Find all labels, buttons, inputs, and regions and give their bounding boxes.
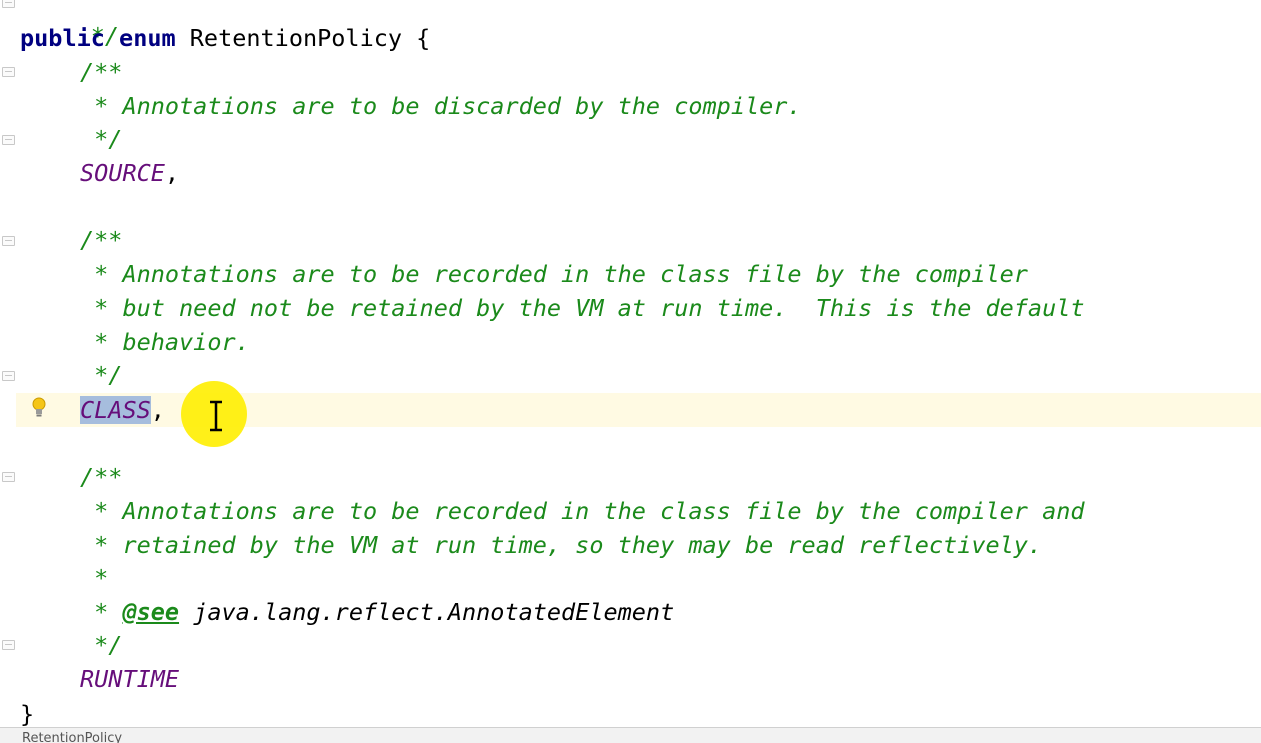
comma: , [164,159,180,187]
code-line[interactable]: * behavior. [80,325,250,359]
javadoc-close: */ [80,125,123,153]
javadoc-open: /** [80,226,123,254]
code-line[interactable]: * [80,561,108,595]
enum-constant-runtime: RUNTIME [80,665,180,693]
javadoc-text: * Annotations are to be discarded by the… [80,92,802,120]
code-line[interactable]: * Annotations are to be recorded in the … [80,257,1028,291]
fold-marker-icon[interactable] [2,0,15,8]
fold-marker-icon[interactable] [2,67,15,77]
code-line-current[interactable]: CLASS, [80,393,165,427]
code-line[interactable]: * but need not be retained by the VM at … [80,291,1085,325]
fold-marker-icon[interactable] [2,135,15,145]
editor-gutter[interactable] [0,0,16,727]
javadoc-text: * Annotations are to be recorded in the … [80,260,1028,288]
fold-marker-icon[interactable] [2,640,15,650]
code-line[interactable]: * Annotations are to be recorded in the … [80,494,1085,528]
fold-marker-icon[interactable] [2,371,15,381]
javadoc-text: * but need not be retained by the VM at … [80,294,1085,322]
keyword-enum: enum [119,24,176,52]
breadcrumb-bar[interactable]: RetentionPolicy [0,727,1261,743]
javadoc-text: * retained by the VM at run time, so the… [80,531,1043,559]
enum-constant-class-selected: CLASS [80,396,151,424]
code-line[interactable]: * retained by the VM at run time, so the… [80,528,1042,562]
code-line[interactable]: */ [80,358,122,392]
breadcrumb-item[interactable]: RetentionPolicy [22,731,122,743]
code-line[interactable]: * Annotations are to be discarded by the… [80,89,802,123]
fold-marker-icon[interactable] [2,472,15,482]
enum-name: RetentionPolicy { [175,24,431,52]
fold-marker-icon[interactable] [2,236,15,246]
javadoc-open: /** [80,58,123,86]
javadoc-close: */ [80,631,123,659]
code-line[interactable]: RUNTIME [80,662,179,696]
code-line[interactable]: */ [80,628,122,662]
javadoc-text: * Annotations are to be recorded in the … [80,497,1085,525]
code-editor[interactable]: */ public enum RetentionPolicy { /** * A… [0,0,1261,728]
code-line-enum-declaration[interactable]: public enum RetentionPolicy { [20,21,430,55]
javadoc-see-reference[interactable]: java.lang.reflect.AnnotatedElement [179,598,674,626]
javadoc-text: * [80,598,123,626]
code-line[interactable]: * @see java.lang.reflect.AnnotatedElemen… [80,595,674,629]
comma: , [150,396,165,424]
code-line[interactable]: */ [20,0,119,50]
intention-bulb-icon[interactable] [30,396,48,420]
enum-constant-source: SOURCE [80,159,165,187]
javadoc-close: */ [80,361,123,389]
keyword-public: public [20,24,105,52]
code-line[interactable]: /** [80,223,122,257]
text-cursor-icon [210,400,222,432]
code-line[interactable]: SOURCE, [80,156,179,190]
javadoc-see-tag[interactable]: @see [122,598,179,626]
javadoc-text: * [80,564,109,592]
code-line[interactable]: /** [80,55,122,89]
javadoc-text: * behavior. [80,328,250,356]
code-line[interactable]: } [20,697,34,731]
javadoc-open: /** [80,463,123,491]
closing-brace: } [20,700,35,728]
code-line[interactable]: /** [80,460,122,494]
code-line[interactable]: */ [80,122,122,156]
